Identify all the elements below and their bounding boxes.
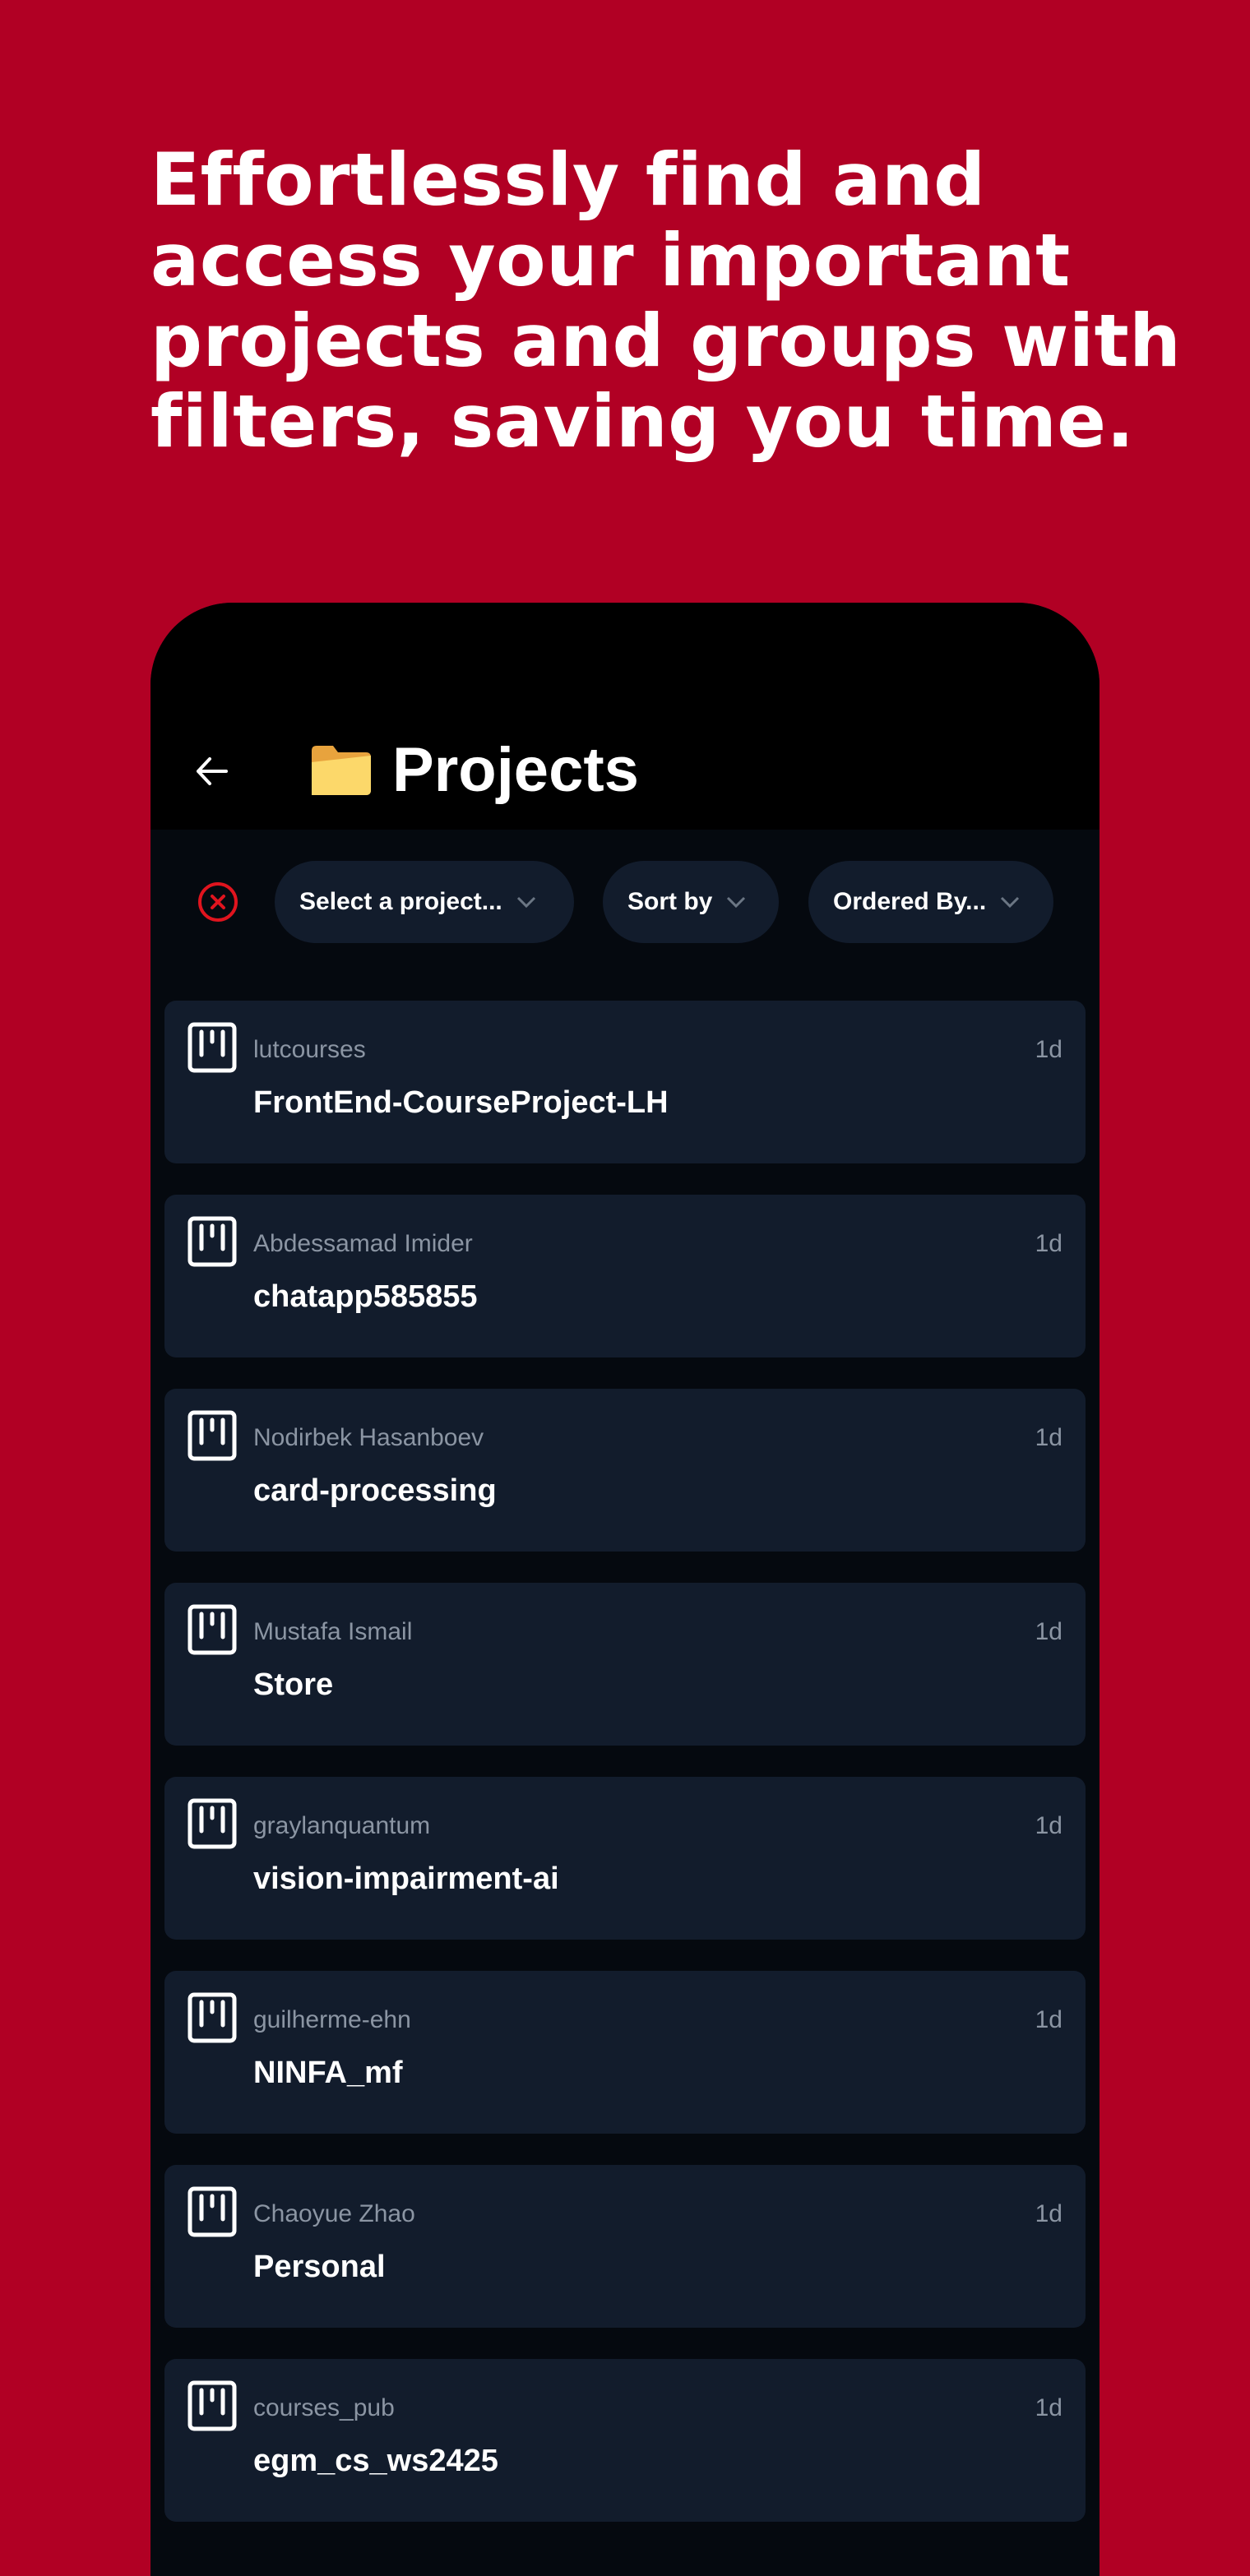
project-owner: lutcourses [253, 1036, 366, 1063]
chip-label: Ordered By... [833, 888, 987, 915]
arrow-left-icon [197, 757, 228, 785]
project-card[interactable]: courses_pub 1d egm_cs_ws2425 [164, 2359, 1086, 2522]
project-updated-time: 1d [1035, 2200, 1062, 2227]
project-board-icon [188, 1216, 237, 1267]
project-card[interactable]: Mustafa Ismail 1d Store [164, 1583, 1086, 1746]
project-owner: Nodirbek Hasanboev [253, 1424, 484, 1451]
project-card[interactable]: guilherme-ehn 1d NINFA_mf [164, 1971, 1086, 2134]
project-card[interactable]: lutcourses 1d FrontEnd-CourseProject-LH [164, 1001, 1086, 1163]
project-board-icon [188, 2186, 237, 2237]
project-name: vision-impairment-ai [253, 1861, 559, 1896]
back-button[interactable] [183, 742, 241, 800]
sort-by-dropdown[interactable]: Sort by [603, 861, 779, 943]
project-updated-time: 1d [1035, 2006, 1062, 2033]
chevron-down-icon [516, 896, 535, 909]
project-updated-time: 1d [1035, 1812, 1062, 1839]
project-card[interactable]: Chaoyue Zhao 1d Personal [164, 2165, 1086, 2328]
project-updated-time: 1d [1035, 1230, 1062, 1257]
project-card[interactable]: Abdessamad Imider 1d chatapp585855 [164, 1195, 1086, 1357]
project-list: lutcourses 1d FrontEnd-CourseProject-LH … [164, 1001, 1086, 2553]
project-owner: Mustafa Ismail [253, 1618, 413, 1645]
project-name: NINFA_mf [253, 2056, 403, 2090]
project-board-icon [188, 1604, 237, 1655]
project-owner: Abdessamad Imider [253, 1230, 473, 1257]
project-owner: Chaoyue Zhao [253, 2200, 415, 2227]
folder-icon [312, 745, 371, 795]
project-board-icon [188, 1410, 237, 1461]
page-title-wrap: Projects [308, 734, 639, 806]
promo-headline: Effortlessly find and access your import… [150, 137, 1182, 464]
project-name: Store [253, 1667, 334, 1702]
close-circle-icon [198, 882, 238, 922]
project-name: chatapp585855 [253, 1279, 478, 1314]
project-updated-time: 1d [1035, 1036, 1062, 1063]
project-updated-time: 1d [1035, 1424, 1062, 1451]
project-owner: graylanquantum [253, 1812, 431, 1839]
project-name: card-processing [253, 1473, 497, 1508]
project-updated-time: 1d [1035, 2394, 1062, 2421]
page-title: Projects [392, 735, 639, 805]
project-board-icon [188, 2380, 237, 2431]
project-board-icon [188, 1992, 237, 2043]
project-owner: guilherme-ehn [253, 2006, 411, 2033]
filter-bar: Select a project... Sort by Ordered By..… [150, 830, 1100, 978]
ordered-by-dropdown[interactable]: Ordered By... [808, 861, 1053, 943]
project-board-icon [188, 1022, 237, 1073]
project-card[interactable]: Nodirbek Hasanboev 1d card-processing [164, 1389, 1086, 1552]
app-bar: Projects [150, 603, 1100, 830]
chevron-down-icon [1001, 896, 1020, 909]
project-owner: courses_pub [253, 2394, 395, 2421]
project-name: Personal [253, 2250, 386, 2284]
chip-label: Select a project... [299, 888, 502, 915]
phone-screen: Projects Select a project... Sort by Ord… [150, 603, 1100, 2576]
chip-label: Sort by [627, 888, 713, 915]
project-name: egm_cs_ws2425 [253, 2444, 498, 2478]
project-board-icon [188, 1798, 237, 1849]
project-updated-time: 1d [1035, 1618, 1062, 1645]
project-name: FrontEnd-CourseProject-LH [253, 1085, 669, 1120]
chevron-down-icon [727, 896, 746, 909]
select-project-dropdown[interactable]: Select a project... [275, 861, 574, 943]
clear-filters-button[interactable] [197, 881, 239, 923]
project-card[interactable]: graylanquantum 1d vision-impairment-ai [164, 1777, 1086, 1940]
